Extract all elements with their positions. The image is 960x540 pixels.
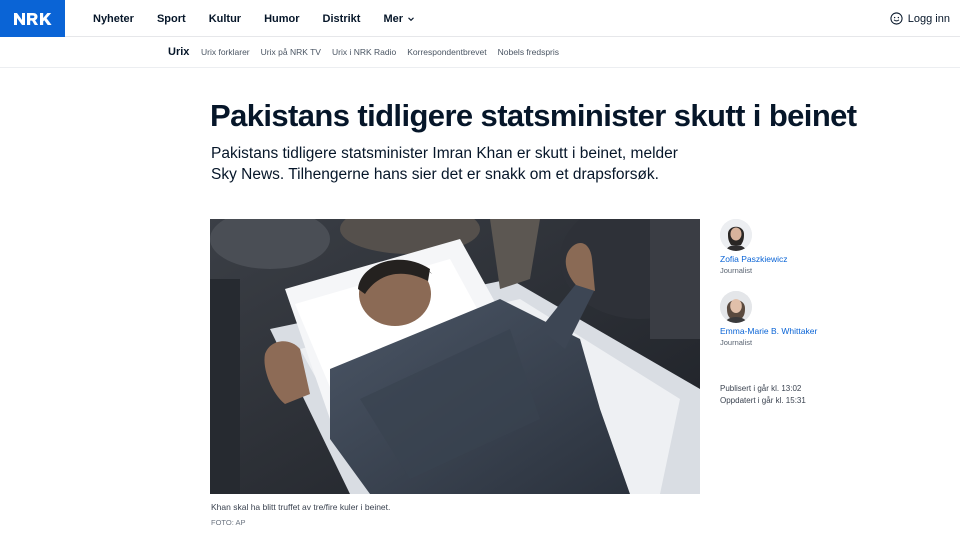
subnav-item-urix-nrk-tv[interactable]: Urix på NRK TV [261, 47, 321, 57]
nav-item-mer-label: Mer [383, 12, 404, 25]
article-photo-image [210, 219, 700, 494]
subnav-item-korrespondentbrevet[interactable]: Korrespondentbrevet [407, 47, 486, 57]
article-photo[interactable] [210, 219, 700, 494]
login-button[interactable]: Logg inn [890, 0, 950, 37]
author-role: Journalist [720, 266, 753, 275]
author-name-link[interactable]: Emma-Marie B. Whittaker [720, 326, 817, 336]
chevron-down-icon [408, 16, 414, 21]
subnav-item-nobels-fredspris[interactable]: Nobels fredspris [498, 47, 559, 57]
nrk-logo-mark [13, 12, 52, 25]
published-date: Publisert i går kl. 13:02 [720, 384, 802, 393]
section-title-urix[interactable]: Urix [168, 46, 189, 58]
user-circle-icon [890, 12, 903, 25]
author-portrait [720, 291, 752, 323]
article-lead: Pakistans tidligere statsminister Imran … [211, 145, 678, 183]
author-byline: Zofia Paszkiewicz Journalist [720, 219, 788, 275]
nav-item-distrikt[interactable]: Distrikt [323, 13, 361, 25]
subnav-item-urix-nrk-radio[interactable]: Urix i NRK Radio [332, 47, 396, 57]
main-menu: Nyheter Sport Kultur Humor Distrikt Mer [93, 0, 438, 37]
photo-caption: Khan skal ha blitt truffet av tre/fire k… [211, 502, 391, 512]
login-label: Logg inn [907, 12, 950, 25]
author-role: Journalist [720, 338, 753, 347]
avatar[interactable] [720, 219, 752, 251]
section-links: Urix forklarer Urix på NRK TV Urix i NRK… [201, 47, 570, 57]
author-portrait [720, 219, 752, 251]
article-headline: Pakistans tidligere statsminister skutt … [210, 98, 857, 133]
photo-credit: FOTO: AP [211, 518, 246, 527]
article-timestamps: Publisert i går kl. 13:02 Oppdatert i gå… [720, 383, 806, 407]
author-name-link[interactable]: Zofia Paszkiewicz [720, 254, 788, 264]
nav-item-nyheter[interactable]: Nyheter [93, 13, 134, 25]
nrk-logo[interactable] [0, 0, 65, 37]
section-navigation: Urix Urix forklarer Urix på NRK TV Urix … [0, 37, 960, 68]
avatar[interactable] [720, 291, 752, 323]
top-navigation: Nyheter Sport Kultur Humor Distrikt Mer … [0, 0, 960, 37]
author-byline: Emma-Marie B. Whittaker Journalist [720, 291, 817, 347]
nav-item-sport[interactable]: Sport [157, 13, 186, 25]
nav-item-mer[interactable]: Mer [383, 13, 415, 25]
nav-item-humor[interactable]: Humor [264, 13, 299, 25]
subnav-item-urix-forklarer[interactable]: Urix forklarer [201, 47, 250, 57]
updated-date: Oppdatert i går kl. 15:31 [720, 396, 806, 405]
nav-item-kultur[interactable]: Kultur [209, 13, 241, 25]
